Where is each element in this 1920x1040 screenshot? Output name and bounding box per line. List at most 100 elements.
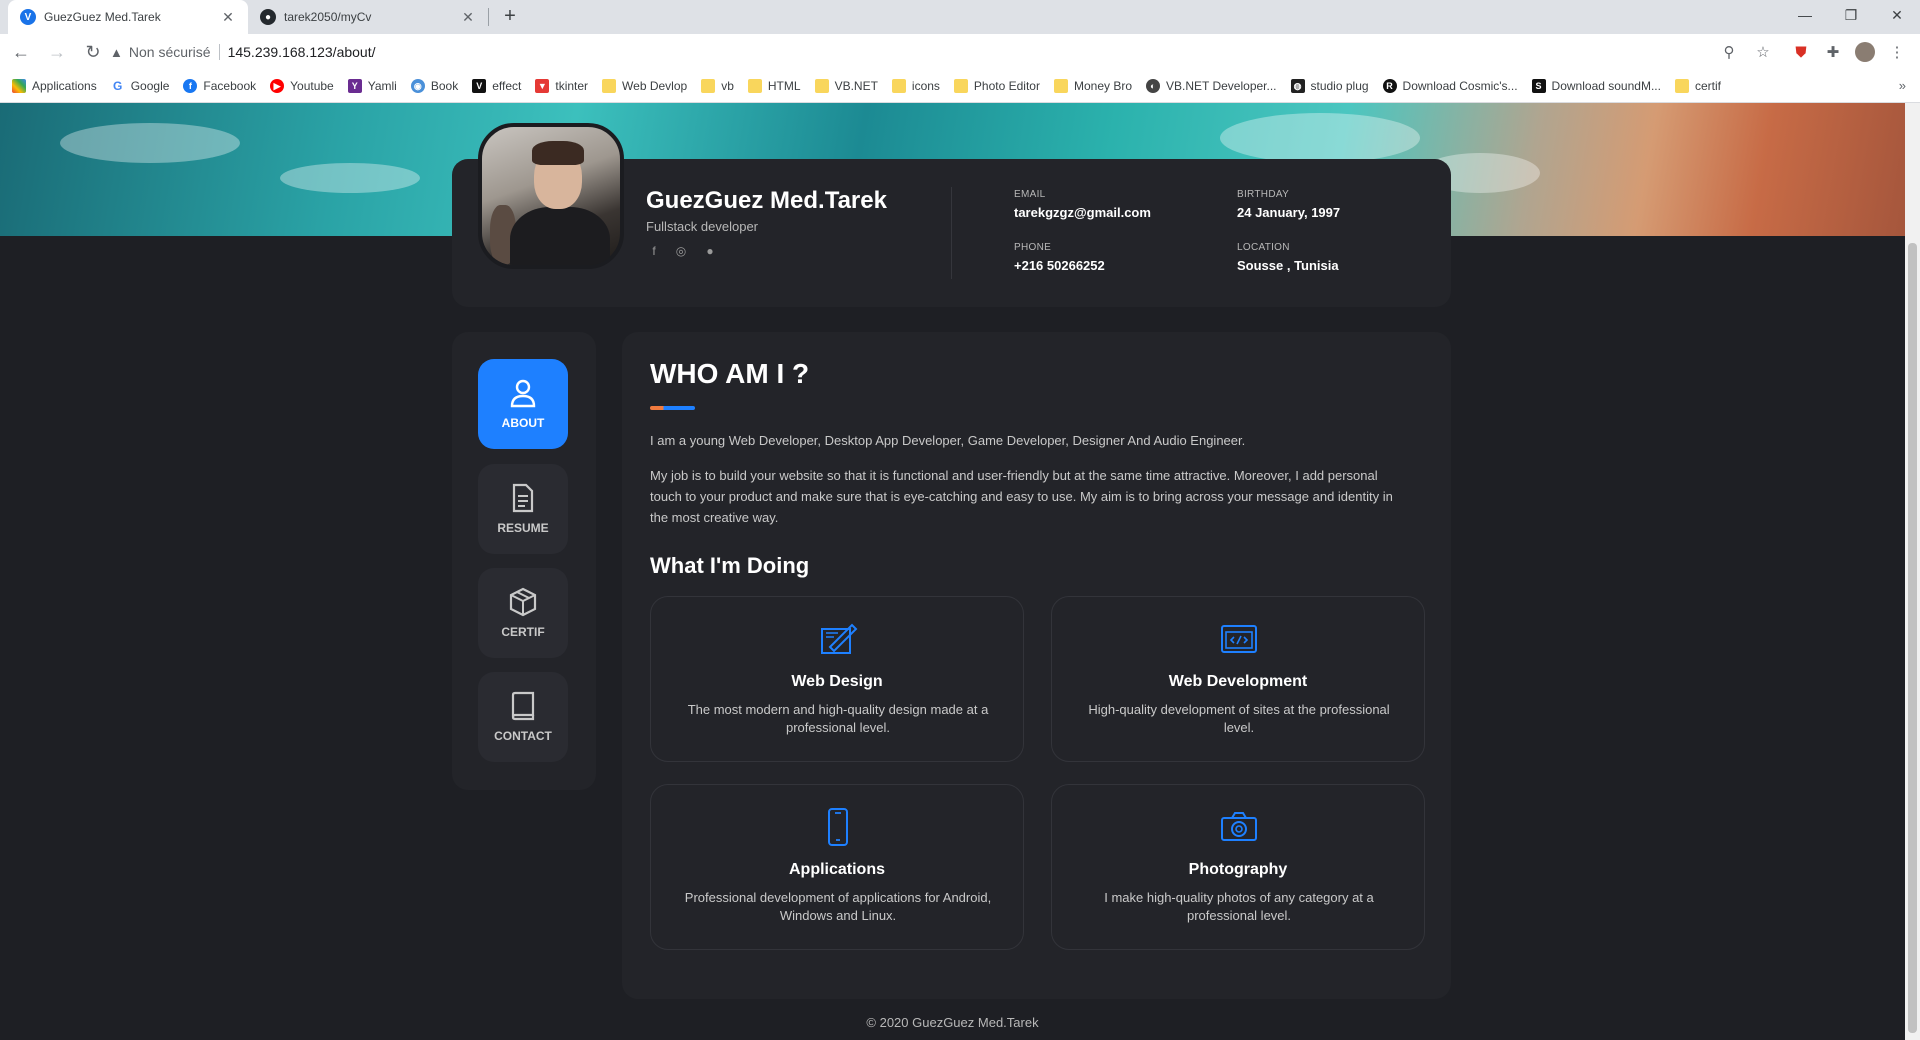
bookmark-tkinter[interactable]: ▼ tkinter — [535, 79, 588, 93]
book-icon — [511, 691, 535, 721]
extensions-puzzle-icon[interactable]: ✚ — [1818, 34, 1848, 70]
service-title: Web Development — [1168, 673, 1308, 690]
nav-label: CONTACT — [494, 729, 552, 743]
code-window-icon — [1221, 625, 1257, 653]
menu-kebab-icon[interactable]: ⋮ — [1882, 34, 1912, 70]
zoom-icon[interactable]: ⚲ — [1714, 34, 1744, 70]
bookmark-label: studio plug — [1310, 79, 1369, 93]
avatar-figure — [510, 207, 610, 265]
bookmark-youtube[interactable]: ▶ Youtube — [270, 79, 334, 93]
smartphone-icon — [828, 808, 848, 846]
profile-role: Fullstack developer — [646, 219, 758, 234]
email-value[interactable]: tarekgzgz@gmail.com — [1014, 205, 1151, 220]
close-tab-icon[interactable]: ✕ — [220, 9, 236, 26]
bookmark-label: Book — [430, 79, 459, 93]
nav-label: ABOUT — [501, 416, 545, 430]
service-card-applications: Applications Professional development of… — [650, 784, 1024, 950]
instagram-icon[interactable]: ◎ — [673, 244, 689, 260]
title-underline — [650, 406, 695, 410]
bookmark-effect[interactable]: Veffect — [472, 79, 521, 93]
scrollbar-thumb[interactable] — [1908, 243, 1917, 1033]
nav-about-button[interactable]: ABOUT — [478, 359, 568, 449]
github-icon[interactable]: ● — [702, 244, 718, 260]
bookmark-star-icon[interactable]: ☆ — [1748, 34, 1778, 70]
profile-avatar — [478, 123, 624, 269]
profile-avatar-icon[interactable] — [1850, 34, 1880, 70]
service-card-web-development: Web Development High-quality development… — [1051, 596, 1425, 762]
bookmark-label: VB.NET — [834, 79, 878, 93]
bookmark-html[interactable]: HTML — [747, 79, 801, 93]
site-icon: S — [1531, 79, 1546, 93]
extension-shield-icon[interactable]: ⛊ — [1786, 34, 1816, 70]
service-card-web-design: Web Design The most modern and high-qual… — [650, 596, 1024, 762]
youtube-icon: ▶ — [270, 79, 285, 93]
facebook-icon[interactable]: f — [646, 244, 662, 260]
tab-title: GuezGuez Med.Tarek — [44, 10, 161, 24]
omnibox-divider — [218, 44, 220, 60]
folder-icon — [701, 79, 716, 93]
bookmark-download-soundm[interactable]: S Download soundM... — [1531, 79, 1661, 93]
profile-divider — [951, 187, 952, 279]
package-icon — [509, 587, 537, 617]
service-card-photography: Photography I make high-quality photos o… — [1051, 784, 1425, 950]
bookmark-certif[interactable]: certif — [1674, 79, 1721, 93]
site-icon: ◍ — [1290, 79, 1305, 93]
bookmark-label: Facebook — [203, 79, 257, 93]
close-tab-icon[interactable]: ✕ — [460, 9, 476, 26]
bookmark-label: Google — [130, 79, 170, 93]
bookmark-vb[interactable]: vb — [701, 79, 734, 93]
minimize-button[interactable]: — — [1782, 0, 1828, 30]
service-description: High-quality development of sites at the… — [1088, 702, 1390, 735]
new-tab-button[interactable]: + — [498, 5, 522, 28]
tab-portfolio[interactable]: V GuezGuez Med.Tarek ✕ — [8, 0, 248, 34]
reload-button[interactable]: ↻ — [78, 42, 108, 63]
close-window-button[interactable]: ✕ — [1874, 0, 1920, 30]
bookmark-icons[interactable]: icons — [891, 79, 940, 93]
bookmark-label: tkinter — [555, 79, 589, 93]
bookmark-vbnet-developer[interactable]: ◐ VB.NET Developer... — [1146, 79, 1277, 93]
bookmark-photo-editor[interactable]: Photo Editor — [953, 79, 1040, 93]
bookmarks-overflow-button[interactable]: » — [1899, 78, 1906, 93]
tab-github[interactable]: ● tarek2050/myCv ✕ — [248, 0, 488, 34]
nav-resume-button[interactable]: RESUME — [478, 464, 568, 554]
bookmark-label: Youtube — [290, 79, 334, 93]
folder-icon — [1053, 79, 1068, 93]
nav-contact-button[interactable]: CONTACT — [478, 672, 568, 762]
bookmark-book[interactable]: ◉ Book — [410, 79, 459, 93]
tab-strip: V GuezGuez Med.Tarek ✕ ● tarek2050/myCv … — [0, 0, 1920, 34]
bookmark-web-devlop[interactable]: Web Devlop — [602, 79, 687, 93]
bookmark-download-cosmic[interactable]: R Download Cosmic's... — [1382, 79, 1518, 93]
address-bar[interactable]: ▲ Non sécurisé 145.239.168.123/about/ — [110, 37, 1760, 67]
tab-divider — [488, 8, 489, 26]
bookmark-applications[interactable]: Applications — [12, 79, 97, 93]
url-text[interactable]: 145.239.168.123/about/ — [228, 44, 376, 60]
nav-certif-button[interactable]: CERTIF — [478, 568, 568, 658]
bookmark-facebook[interactable]: f Facebook — [183, 79, 256, 93]
avatar-figure — [532, 141, 584, 165]
bookmarks-bar: Applications G Google f Facebook ▶ Youtube … — [0, 70, 1920, 103]
globe-icon: ◉ — [410, 79, 425, 93]
browser-toolbar: ← → ↻ ▲ Non sécurisé 145.239.168.123/abo… — [0, 34, 1920, 70]
bookmark-money-bro[interactable]: Money Bro — [1053, 79, 1132, 93]
facebook-icon: f — [183, 79, 198, 93]
security-status: Non sécurisé — [128, 44, 211, 60]
folder-icon — [747, 79, 762, 93]
bookmark-label: HTML — [767, 79, 801, 93]
site-icon: ◐ — [1146, 79, 1160, 93]
back-button[interactable]: ← — [6, 42, 36, 63]
forward-button[interactable]: → — [42, 42, 72, 63]
phone-value[interactable]: +216 50266252 — [1014, 258, 1105, 273]
bookmark-label: Money Bro — [1073, 79, 1132, 93]
location-label: LOCATION — [1237, 242, 1290, 253]
doing-title: What I'm Doing — [650, 553, 810, 578]
page-scrollbar[interactable] — [1905, 103, 1920, 1040]
bookmark-studio-plug[interactable]: ◍ studio plug — [1290, 79, 1369, 93]
service-title: Applications — [788, 861, 885, 878]
bookmark-label: Photo Editor — [973, 79, 1040, 93]
bookmark-label: Web Devlop — [622, 79, 688, 93]
bookmark-yamli[interactable]: Y Yamli — [347, 79, 397, 93]
restore-button[interactable]: ❐ — [1828, 0, 1874, 30]
bookmark-google[interactable]: G Google — [110, 79, 170, 93]
bookmark-vbnet[interactable]: VB.NET — [814, 79, 878, 93]
about-description: My job is to build your website so that … — [650, 468, 1393, 525]
